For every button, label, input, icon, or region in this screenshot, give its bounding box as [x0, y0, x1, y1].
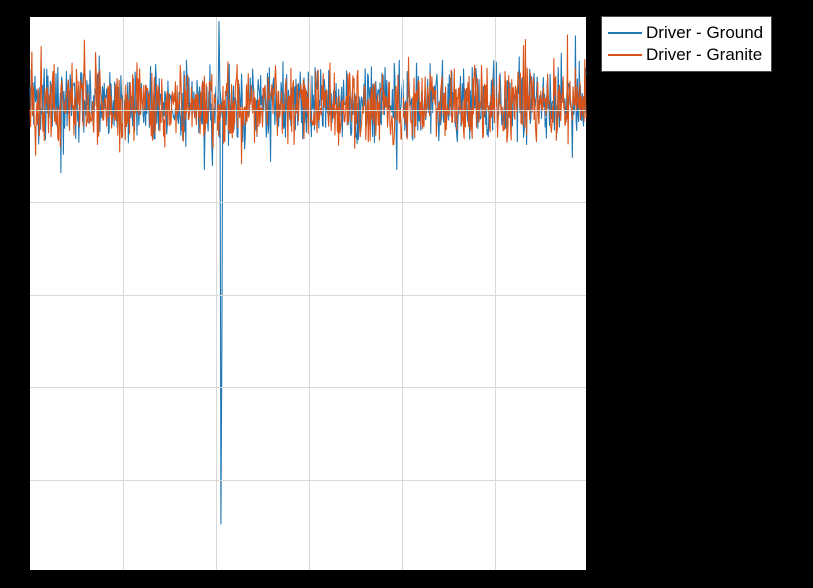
plot-area [29, 16, 587, 571]
series-granite [30, 35, 586, 163]
legend: Driver - Ground Driver - Granite [601, 16, 772, 72]
chart-container: Driver - Ground Driver - Granite [0, 0, 813, 588]
legend-label-granite: Driver - Granite [646, 45, 762, 65]
legend-swatch-granite [608, 54, 642, 56]
legend-label-ground: Driver - Ground [646, 23, 763, 43]
legend-item-ground: Driver - Ground [608, 22, 763, 44]
chart-series [30, 17, 586, 570]
series-ground [30, 22, 586, 524]
legend-item-granite: Driver - Granite [608, 44, 763, 66]
legend-swatch-ground [608, 32, 642, 34]
